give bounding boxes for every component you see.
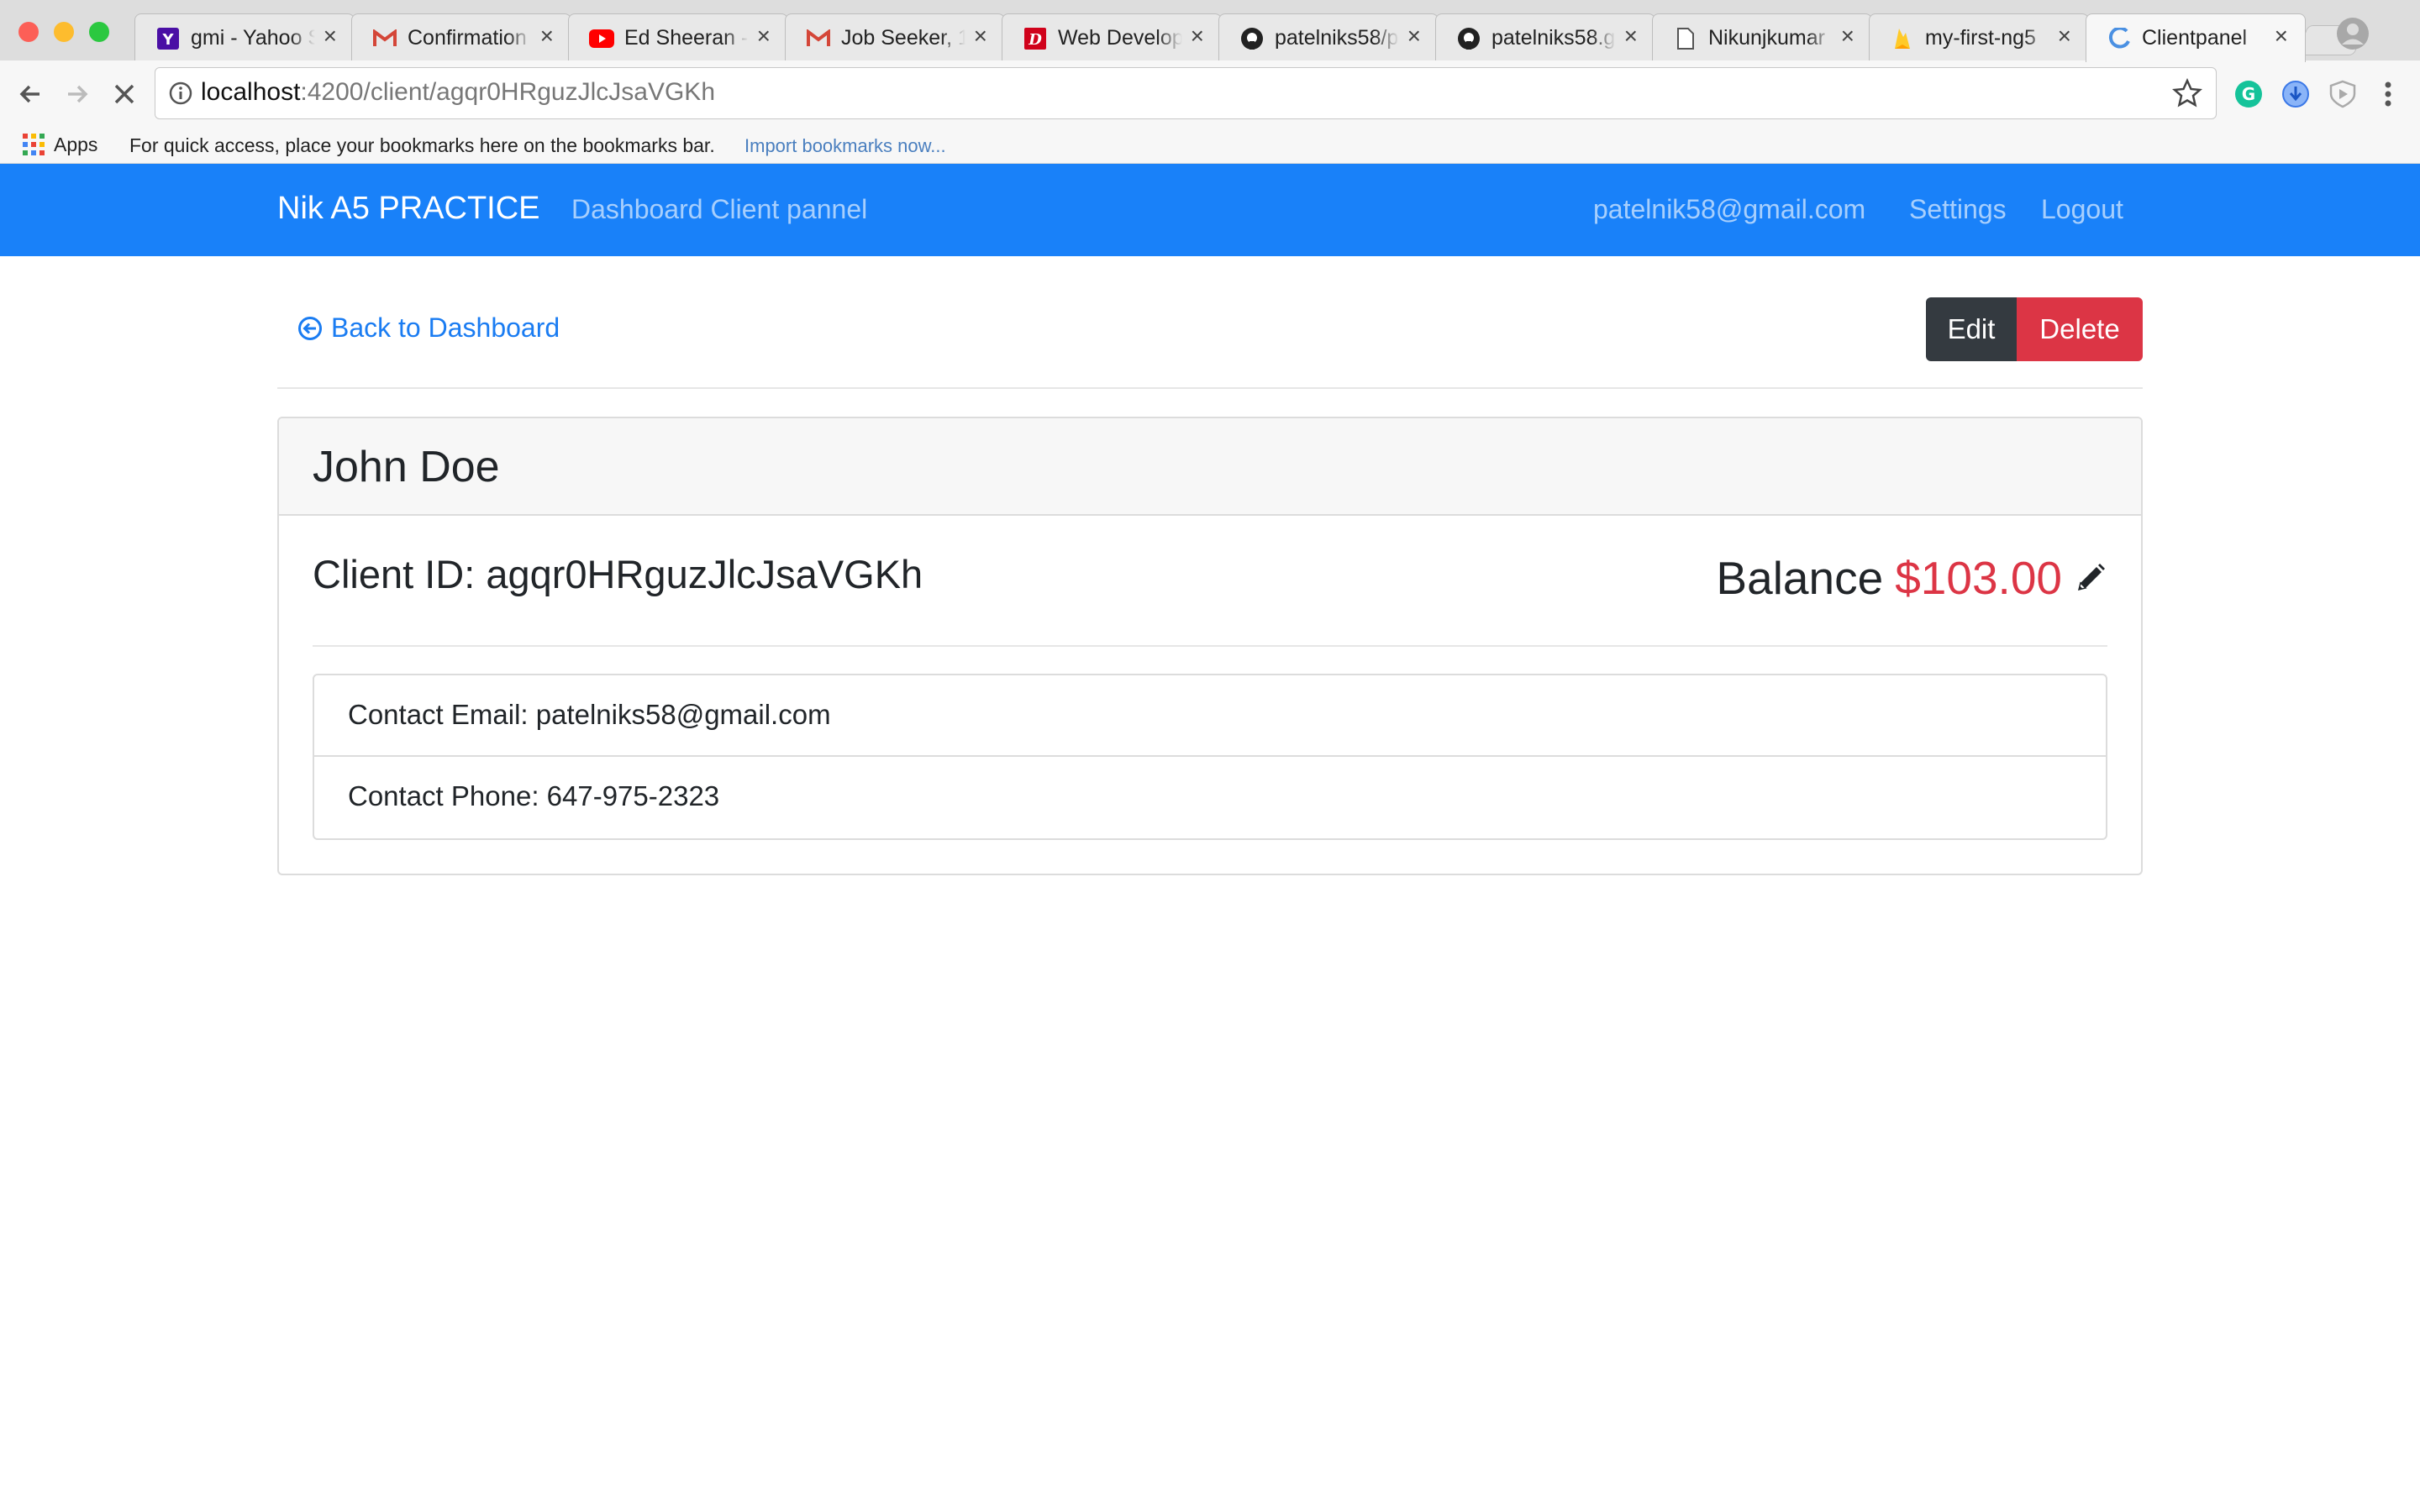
tab-title: Ed Sheeran - xyxy=(624,26,749,50)
import-bookmarks-link[interactable]: Import bookmarks now... xyxy=(744,135,946,157)
pencil-icon[interactable] xyxy=(2074,561,2107,595)
nav-link-user-email[interactable]: patelnik58@gmail.com xyxy=(1593,194,1865,225)
close-tab-icon[interactable]: × xyxy=(1624,23,1638,50)
bookmarks-hint: For quick access, place your bookmarks h… xyxy=(129,134,715,156)
navbar-brand[interactable]: Nik A5 PRACTICE xyxy=(277,191,540,227)
tab-title: Clientpanel xyxy=(2142,26,2248,50)
gmail-icon xyxy=(372,26,397,51)
firebase-icon xyxy=(1890,26,1915,51)
apps-grid-icon xyxy=(23,134,45,155)
contact-phone: Contact Phone: 647-975-2323 xyxy=(348,780,720,811)
menu-dots-icon[interactable] xyxy=(2371,77,2405,111)
action-button-group: Edit Delete xyxy=(1926,297,2143,361)
close-tab-icon[interactable]: × xyxy=(324,23,337,50)
card-header: John Doe xyxy=(279,418,2141,516)
back-link-label: Back to Dashboard xyxy=(331,312,560,343)
nav-link-logout[interactable]: Logout xyxy=(2041,194,2123,225)
d-logo-icon: D xyxy=(1023,26,1048,51)
list-item: Contact Phone: 647-975-2323 xyxy=(314,757,2106,838)
svg-text:Y: Y xyxy=(161,31,174,49)
close-tab-icon[interactable]: × xyxy=(1841,23,1854,50)
nav-link-settings[interactable]: Settings xyxy=(1909,194,2007,225)
address-bar[interactable]: localhost:4200/client/agqr0HRguzJlcJsaVG… xyxy=(155,67,2217,119)
yahoo-icon: Y xyxy=(155,26,181,51)
minimize-window-button[interactable] xyxy=(54,22,74,42)
close-window-button[interactable] xyxy=(18,22,39,42)
back-to-dashboard-link[interactable]: Back to Dashboard xyxy=(297,312,560,344)
browser-tab[interactable]: Nikunjkumar × xyxy=(1652,13,1872,62)
maximize-window-button[interactable] xyxy=(89,22,109,42)
client-card: John Doe Client ID: agqr0HRguzJlcJsaVGKh… xyxy=(277,417,2143,875)
forward-nav-button[interactable] xyxy=(55,72,99,116)
nav-link-dashboard[interactable]: Dashboard Client pannel xyxy=(571,194,867,225)
divider xyxy=(277,387,2143,389)
browser-tab[interactable]: my-first-ng5 × xyxy=(1869,13,2089,62)
client-name: John Doe xyxy=(313,443,500,491)
back-nav-button[interactable] xyxy=(8,72,52,116)
browser-tab[interactable]: Ed Sheeran - × xyxy=(568,13,788,62)
browser-tab[interactable]: Job Seeker, 1 × xyxy=(785,13,1005,62)
browser-tab[interactable]: D Web Develop × xyxy=(1002,13,1222,62)
gmail-icon xyxy=(806,26,831,51)
card-divider xyxy=(313,645,2107,647)
tab-title: Nikunjkumar xyxy=(1708,26,1825,50)
profile-icon[interactable] xyxy=(2336,17,2370,50)
close-tab-icon[interactable]: × xyxy=(540,23,554,50)
app-navbar: Nik A5 PRACTICE Dashboard Client pannel … xyxy=(0,164,2420,256)
close-icon xyxy=(114,84,134,104)
apps-label: Apps xyxy=(54,133,98,155)
browser-toolbar: localhost:4200/client/agqr0HRguzJlcJsaVG… xyxy=(0,60,2420,128)
apps-shortcut[interactable]: Apps xyxy=(22,131,97,158)
browser-tab[interactable]: Y gmi - Yahoo Search × xyxy=(134,13,355,62)
arrow-right-icon xyxy=(68,85,88,103)
close-tab-icon[interactable]: × xyxy=(1407,23,1421,50)
client-id: Client ID: agqr0HRguzJlcJsaVGKh xyxy=(313,552,923,596)
document-icon xyxy=(1673,26,1698,51)
github-icon xyxy=(1456,26,1481,51)
arrow-circle-left-icon xyxy=(298,316,322,340)
browser-tab[interactable]: Confirmation × xyxy=(351,13,571,62)
balance-amount: $103.00 xyxy=(1895,552,2062,604)
svg-text:G: G xyxy=(2242,84,2255,104)
tab-title: gmi - Yahoo Search xyxy=(191,26,315,50)
close-tab-icon[interactable]: × xyxy=(1191,23,1204,50)
loading-icon xyxy=(2107,26,2132,51)
tab-title: Confirmation xyxy=(408,26,527,50)
tab-title: Job Seeker, 1 xyxy=(841,26,965,50)
browser-tab[interactable]: patelniks58/p × xyxy=(1218,13,1439,62)
delete-button[interactable]: Delete xyxy=(2017,297,2143,361)
arrow-left-icon xyxy=(19,85,39,103)
browser-tab[interactable]: patelniks58.g × xyxy=(1435,13,1655,62)
close-tab-icon[interactable]: × xyxy=(757,23,771,50)
browser-tab-strip: Y gmi - Yahoo Search × Confirmation × Ed… xyxy=(0,0,2420,62)
client-balance: Balance $103.00 xyxy=(1716,551,2107,605)
browser-tab-active[interactable]: Clientpanel × xyxy=(2086,13,2306,62)
close-tab-icon[interactable]: × xyxy=(974,23,987,50)
download-extension-icon[interactable] xyxy=(2279,77,2312,111)
github-icon xyxy=(1239,26,1265,51)
tab-title: patelniks58/p xyxy=(1275,26,1399,50)
contact-list: Contact Email: patelniks58@gmail.com Con… xyxy=(313,674,2107,840)
list-item: Contact Email: patelniks58@gmail.com xyxy=(314,675,2106,757)
info-icon[interactable] xyxy=(167,80,194,107)
balance-label: Balance xyxy=(1716,552,1884,604)
bookmark-star-icon[interactable] xyxy=(2172,78,2202,108)
shield-extension-icon[interactable] xyxy=(2326,77,2360,111)
grammarly-extension-icon[interactable]: G xyxy=(2232,77,2265,111)
youtube-icon xyxy=(589,26,614,51)
tab-title: patelniks58.g xyxy=(1491,26,1616,50)
stop-loading-button[interactable] xyxy=(103,72,146,116)
tab-title: Web Develop xyxy=(1058,26,1182,50)
close-tab-icon[interactable]: × xyxy=(2275,23,2288,50)
contact-email: Contact Email: patelniks58@gmail.com xyxy=(348,699,831,730)
close-tab-icon[interactable]: × xyxy=(2058,23,2071,50)
edit-button[interactable]: Edit xyxy=(1926,297,2017,361)
url-text[interactable]: localhost:4200/client/agqr0HRguzJlcJsaVG… xyxy=(201,78,715,107)
tab-title: my-first-ng5 xyxy=(1925,26,2036,50)
svg-text:D: D xyxy=(1028,31,1042,49)
bookmarks-bar: Apps For quick access, place your bookma… xyxy=(0,128,2420,164)
